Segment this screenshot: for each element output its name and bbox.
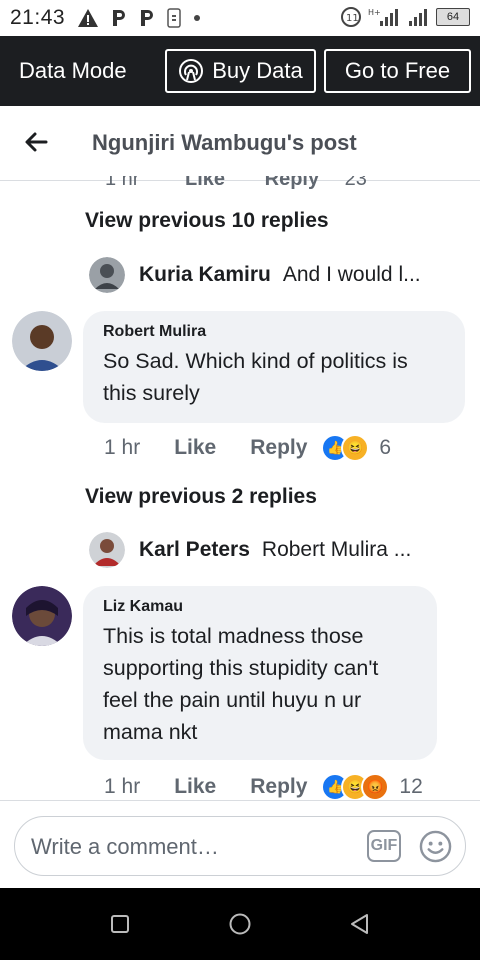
comment-input-placeholder[interactable]: Write a comment… — [31, 834, 219, 860]
reply-preview-text: Robert Mulira ... — [261, 538, 412, 561]
reply-preview[interactable]: Kuria Kamiru And I would l... — [89, 257, 421, 293]
home-icon[interactable] — [228, 912, 252, 936]
view-previous-replies-link[interactable]: View previous 2 replies — [85, 485, 317, 509]
signal-icon: H+ — [368, 8, 398, 26]
comment-text: So Sad. Which kind of politics is this s… — [103, 349, 408, 405]
avatar[interactable] — [89, 532, 125, 568]
divider — [0, 800, 480, 801]
reaction-count: 12 — [399, 775, 423, 798]
battery-level: 64 — [446, 11, 460, 23]
avatar[interactable] — [89, 257, 125, 293]
comment-time: 1 hr — [104, 436, 141, 459]
buy-data-button[interactable]: Buy Data — [165, 49, 316, 93]
warning-icon — [78, 9, 99, 27]
comment-author[interactable]: Liz Kamau — [103, 598, 417, 616]
data-mode-bar: Data Mode Buy Data Go to Free — [0, 36, 480, 106]
gif-button[interactable]: GIF — [367, 830, 401, 862]
page-title: Ngunjiri Wambugu's post — [92, 130, 357, 155]
avatar[interactable] — [12, 586, 72, 646]
recent-apps-icon[interactable] — [110, 914, 130, 934]
comment-bubble[interactable]: Robert Mulira So Sad. Which kind of poli… — [83, 311, 465, 423]
go-to-free-button[interactable]: Go to Free — [324, 49, 471, 93]
app-p-icon-2 — [141, 10, 154, 26]
reply-preview[interactable]: Karl Peters Robert Mulira ... — [89, 532, 411, 568]
emoji-icon[interactable] — [419, 830, 452, 863]
like-button[interactable]: Like — [174, 436, 216, 460]
comment-author[interactable]: Robert Mulira — [103, 323, 445, 341]
comment-meta: 1 hr Like Reply 👍 😆 😡 12 — [104, 773, 423, 801]
comment-meta: 1 hr Like Reply 👍 😆 6 — [104, 434, 391, 462]
reply-preview-name: Karl Peters — [139, 538, 250, 561]
reactions[interactable]: 👍 😆 — [321, 434, 370, 462]
avatar[interactable] — [12, 311, 72, 371]
svg-text:11: 11 — [346, 13, 359, 24]
reactions[interactable]: 👍 😆 😡 — [321, 773, 390, 801]
angry-reaction-icon: 😡 — [361, 773, 390, 801]
data-mode-label: Data Mode — [19, 58, 127, 83]
app-p-icon — [113, 10, 126, 26]
reply-button[interactable]: Reply — [250, 436, 307, 460]
signal-icon-2 — [409, 9, 427, 26]
dot-icon — [194, 15, 201, 21]
svg-text:H+: H+ — [368, 8, 381, 17]
status-bar: 21:43 11 H+ 64 — [0, 0, 480, 36]
sim-icon — [167, 8, 181, 28]
status-time: 21:43 — [10, 6, 66, 29]
view-previous-replies-link[interactable]: View previous 10 replies — [85, 209, 329, 233]
broadcast-icon — [179, 59, 204, 83]
comment-composer[interactable]: Write a comment… GIF — [14, 816, 466, 876]
back-icon[interactable] — [348, 912, 372, 936]
reply-button[interactable]: Reply — [250, 775, 307, 799]
reply-preview-text: And I would l... — [282, 263, 421, 286]
system-nav-bar — [0, 888, 480, 960]
go-to-free-label: Go to Free — [344, 58, 451, 83]
comment-text: This is total madness those supporting t… — [103, 624, 379, 744]
buy-data-label: Buy Data — [212, 58, 303, 83]
post-header: Ngunjiri Wambugu's post — [0, 106, 480, 181]
battery-icon: 64 — [436, 8, 470, 26]
system-icons: 11 H+ 64 — [340, 6, 470, 28]
reaction-count: 6 — [379, 436, 392, 459]
like-button[interactable]: Like — [174, 775, 216, 799]
data-saver-icon: 11 — [341, 7, 361, 27]
gif-label: GIF — [370, 837, 398, 854]
reply-preview-name: Kuria Kamiru — [139, 263, 271, 286]
comment-time: 1 hr — [104, 775, 141, 798]
comment-bubble[interactable]: Liz Kamau This is total madness those su… — [83, 586, 437, 760]
notification-icons — [77, 8, 201, 28]
haha-reaction-icon: 😆 — [341, 434, 370, 462]
back-arrow-icon[interactable] — [22, 128, 50, 156]
